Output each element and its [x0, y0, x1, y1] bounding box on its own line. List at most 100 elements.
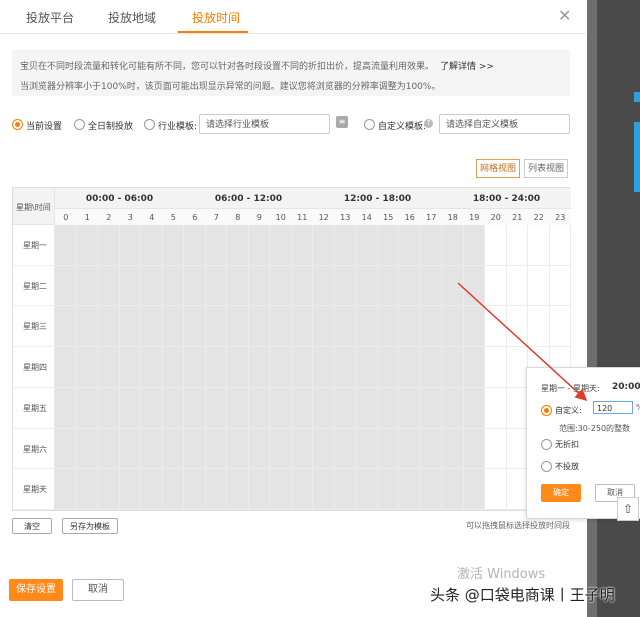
time-cell[interactable] [184, 306, 206, 348]
time-cell[interactable] [55, 469, 77, 510]
time-cell[interactable] [248, 347, 270, 388]
radio-industry[interactable] [144, 119, 155, 130]
time-cell[interactable] [334, 265, 356, 307]
time-cell[interactable] [291, 469, 313, 510]
time-cell[interactable] [291, 428, 313, 470]
time-cell[interactable] [119, 387, 141, 429]
time-cell[interactable] [270, 225, 292, 266]
time-cell[interactable] [399, 306, 421, 348]
time-cell[interactable] [506, 428, 528, 470]
time-cell[interactable] [420, 469, 442, 510]
time-cell[interactable] [55, 306, 77, 348]
time-cell[interactable] [98, 347, 120, 388]
time-cell[interactable] [463, 225, 485, 266]
save-as-template-button[interactable]: 另存为模板 [62, 518, 118, 534]
time-cell[interactable] [463, 387, 485, 429]
time-cell[interactable] [399, 347, 421, 388]
time-cell[interactable] [313, 265, 335, 307]
time-cell[interactable] [356, 225, 378, 266]
time-cell[interactable] [205, 428, 227, 470]
time-cell[interactable] [485, 428, 507, 470]
time-cell[interactable] [248, 387, 270, 429]
time-cell[interactable] [184, 225, 206, 266]
time-cell[interactable] [270, 347, 292, 388]
time-cell[interactable] [76, 387, 98, 429]
time-cell[interactable] [377, 347, 399, 388]
time-cell[interactable] [270, 387, 292, 429]
time-cell[interactable] [377, 225, 399, 266]
time-cell[interactable] [442, 469, 464, 510]
time-cell[interactable] [313, 306, 335, 348]
time-cell[interactable] [205, 469, 227, 510]
time-cell[interactable] [377, 306, 399, 348]
time-cell[interactable] [420, 347, 442, 388]
time-cell[interactable] [528, 265, 550, 307]
time-cell[interactable] [485, 469, 507, 510]
time-cell[interactable] [334, 347, 356, 388]
tab-platform[interactable]: 投放平台 [26, 9, 74, 26]
time-cell[interactable] [377, 387, 399, 429]
time-cell[interactable] [399, 469, 421, 510]
time-cell[interactable] [248, 306, 270, 348]
time-cell[interactable] [313, 387, 335, 429]
time-cell[interactable] [356, 428, 378, 470]
popup-radio-no-discount[interactable] [541, 439, 552, 450]
industry-template-select[interactable]: 请选择行业模板 [199, 114, 330, 134]
time-cell[interactable] [399, 265, 421, 307]
time-cell[interactable] [119, 265, 141, 307]
time-cell[interactable] [291, 347, 313, 388]
time-cell[interactable] [248, 428, 270, 470]
time-cell[interactable] [76, 469, 98, 510]
time-cell[interactable] [420, 306, 442, 348]
time-cell[interactable] [549, 265, 571, 307]
time-cell[interactable] [141, 428, 163, 470]
time-cell[interactable] [506, 469, 528, 510]
time-cell[interactable] [377, 428, 399, 470]
time-cell[interactable] [463, 347, 485, 388]
time-cell[interactable] [549, 306, 571, 348]
time-cell[interactable] [119, 225, 141, 266]
time-cell[interactable] [442, 265, 464, 307]
popup-radio-custom[interactable] [541, 405, 552, 416]
radio-custom[interactable] [364, 119, 375, 130]
time-cell[interactable] [76, 265, 98, 307]
time-cell[interactable] [506, 347, 528, 388]
time-cell[interactable] [227, 265, 249, 307]
time-cell[interactable] [141, 347, 163, 388]
time-cell[interactable] [162, 387, 184, 429]
time-cell[interactable] [506, 225, 528, 266]
time-cell[interactable] [119, 347, 141, 388]
time-cell[interactable] [463, 306, 485, 348]
time-cell[interactable] [248, 265, 270, 307]
cancel-button[interactable]: 取消 [72, 579, 124, 601]
time-cell[interactable] [420, 387, 442, 429]
time-cell[interactable] [184, 347, 206, 388]
time-cell[interactable] [227, 225, 249, 266]
time-cell[interactable] [205, 306, 227, 348]
help-icon[interactable]: ? [424, 119, 433, 128]
time-cell[interactable] [506, 306, 528, 348]
time-cell[interactable] [184, 469, 206, 510]
time-cell[interactable] [485, 347, 507, 388]
time-cell[interactable] [98, 387, 120, 429]
time-cell[interactable] [55, 265, 77, 307]
time-cell[interactable] [485, 225, 507, 266]
time-cell[interactable] [399, 387, 421, 429]
time-cell[interactable] [119, 306, 141, 348]
time-cell[interactable] [76, 428, 98, 470]
time-cell[interactable] [55, 225, 77, 266]
time-cell[interactable] [291, 306, 313, 348]
time-cell[interactable] [420, 225, 442, 266]
time-cell[interactable] [463, 265, 485, 307]
learn-more-link[interactable]: 了解详情 >> [440, 62, 494, 72]
time-cell[interactable] [270, 428, 292, 470]
popup-radio-no-delivery[interactable] [541, 461, 552, 472]
time-cell[interactable] [141, 387, 163, 429]
time-cell[interactable] [485, 306, 507, 348]
time-cell[interactable] [334, 306, 356, 348]
time-cell[interactable] [162, 306, 184, 348]
time-cell[interactable] [313, 469, 335, 510]
time-cell[interactable] [184, 387, 206, 429]
radio-current[interactable] [12, 119, 23, 130]
time-cell[interactable] [506, 387, 528, 429]
